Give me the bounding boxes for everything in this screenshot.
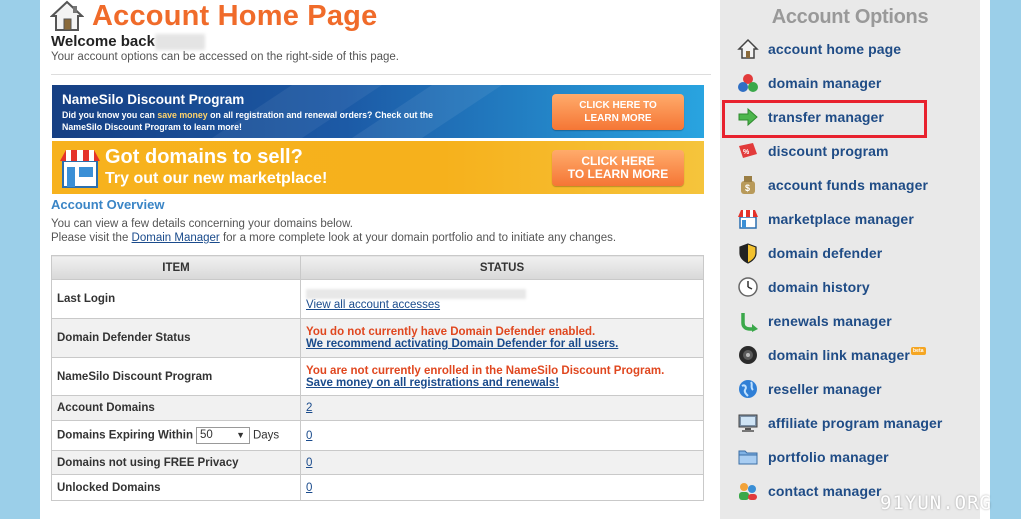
contacts-icon <box>737 480 759 502</box>
table-row: Unlocked Domains 0 <box>51 474 704 501</box>
row-status: 0 <box>300 450 704 475</box>
discount-warning: You are not currently enrolled in the Na… <box>306 364 665 377</box>
row-label: Account Domains <box>51 395 301 421</box>
column-header-status: STATUS <box>300 255 704 280</box>
discount-tag-icon: % <box>737 140 759 162</box>
row-label: Domains not using FREE Privacy <box>51 450 301 475</box>
redacted-username <box>154 34 205 51</box>
sidebar-item-marketplace-manager[interactable]: marketplace manager <box>737 202 914 236</box>
row-status: 0 <box>300 474 704 501</box>
domain-manager-icon <box>737 72 759 94</box>
sidebar-item-reseller-manager[interactable]: reseller manager <box>737 372 882 406</box>
folder-icon <box>737 446 759 468</box>
renew-arrow-icon <box>737 310 759 332</box>
marketplace-banner[interactable]: Got domains to sell? Try out our new mar… <box>52 141 704 194</box>
row-status: You do not currently have Domain Defende… <box>300 318 704 358</box>
row-label: Domain Defender Status <box>51 318 301 358</box>
watermark: 91YUN.ORG <box>880 492 992 514</box>
column-header-item: ITEM <box>51 255 301 280</box>
divider <box>51 74 711 75</box>
redacted-ip <box>306 288 526 299</box>
no-privacy-count-link[interactable]: 0 <box>306 457 312 469</box>
row-status: View all account accesses <box>300 279 704 319</box>
sidebar-item-renewals-manager[interactable]: renewals manager <box>737 304 892 338</box>
discount-program-banner[interactable]: NameSilo Discount Program Did you know y… <box>52 85 704 138</box>
table-row: NameSilo Discount Program You are not cu… <box>51 357 704 396</box>
house-icon <box>49 0 85 32</box>
row-label: NameSilo Discount Program <box>51 357 301 396</box>
sidebar-item-contact-manager[interactable]: contact manager <box>737 474 882 508</box>
shield-icon <box>737 242 759 264</box>
sidebar-item-account-home-page[interactable]: account home page <box>737 32 901 66</box>
unlocked-count-link[interactable]: 0 <box>306 482 312 494</box>
row-label: Domains Expiring Within 50 ▼ Days <box>51 420 301 451</box>
svg-text:$: $ <box>745 183 750 193</box>
welcome-subtext: Your account options can be accessed on … <box>51 51 399 63</box>
clock-icon <box>737 276 759 298</box>
table-row: Last Login View all account accesses <box>51 279 704 319</box>
globe-icon <box>737 378 759 400</box>
marketplace-banner-subtitle: Try out our new marketplace! <box>105 170 328 187</box>
sidebar-item-portfolio-manager[interactable]: portfolio manager <box>737 440 889 474</box>
account-overview-title: Account Overview <box>51 197 165 212</box>
marketplace-learn-more-button[interactable]: CLICK HERE TO LEARN MORE <box>552 150 684 186</box>
expiring-days-select[interactable]: 50 ▼ <box>195 427 250 444</box>
row-status: 0 <box>300 420 704 451</box>
row-label: Unlocked Domains <box>51 474 301 501</box>
svg-text:%: % <box>743 149 750 156</box>
transfer-manager-highlight <box>722 100 927 138</box>
welcome-heading: Welcome back <box>51 33 205 51</box>
sidebar-item-account-funds-manager[interactable]: $ account funds manager <box>737 168 928 202</box>
storefront-icon <box>737 208 759 230</box>
marketplace-banner-title: Got domains to sell? <box>105 146 303 168</box>
sidebar-title: Account Options <box>771 6 929 28</box>
expiring-count-link[interactable]: 0 <box>306 430 312 442</box>
account-overview-table: ITEM STATUS Last Login View all account … <box>51 255 704 501</box>
view-account-accesses-link[interactable]: View all account accesses <box>306 299 440 311</box>
table-header-row: ITEM STATUS <box>51 255 704 280</box>
sidebar-item-affiliate-program-manager[interactable]: affiliate program manager <box>737 406 942 440</box>
monitor-icon <box>737 412 759 434</box>
account-options-sidebar: Account Options account home page domain… <box>720 0 980 519</box>
table-row: Domains Expiring Within 50 ▼ Days 0 <box>51 420 704 451</box>
page-header: Account Home Page <box>49 0 378 32</box>
page-container: Account Home Page Welcome back Your acco… <box>40 0 990 519</box>
table-row: Domains not using FREE Privacy 0 <box>51 450 704 475</box>
row-status: 2 <box>300 395 704 421</box>
beta-badge: beta <box>910 347 926 355</box>
table-row: Account Domains 2 <box>51 395 704 421</box>
activate-defender-link[interactable]: We recommend activating Domain Defender … <box>306 338 703 350</box>
domain-manager-link[interactable]: Domain Manager <box>132 232 220 244</box>
account-overview-text: You can view a few details concerning yo… <box>51 218 617 244</box>
welcome-text: Welcome back <box>51 33 155 50</box>
row-label: Last Login <box>51 279 301 319</box>
sidebar-item-discount-program[interactable]: % discount program <box>737 134 889 168</box>
discount-banner-title: NameSilo Discount Program <box>62 92 245 107</box>
sidebar-item-domain-manager[interactable]: domain manager <box>737 66 881 100</box>
page-title: Account Home Page <box>92 0 378 32</box>
money-bag-icon: $ <box>737 174 759 196</box>
save-money-link[interactable]: Save money on all registrations and rene… <box>306 377 703 389</box>
account-domains-count-link[interactable]: 2 <box>306 402 312 414</box>
storefront-icon <box>60 150 100 188</box>
link-globe-icon <box>737 344 759 366</box>
row-status: You are not currently enrolled in the Na… <box>300 357 704 396</box>
sidebar-item-domain-link-manager[interactable]: domain link manager beta <box>737 338 926 372</box>
defender-warning: You do not currently have Domain Defende… <box>306 326 596 338</box>
discount-learn-more-button[interactable]: CLICK HERE TO LEARN MORE <box>552 94 684 130</box>
discount-banner-text: Did you know you can save money on all r… <box>62 110 434 132</box>
sidebar-item-domain-history[interactable]: domain history <box>737 270 870 304</box>
sidebar-item-domain-defender[interactable]: domain defender <box>737 236 882 270</box>
dropdown-arrow-icon: ▼ <box>236 430 245 440</box>
house-icon <box>737 38 759 60</box>
table-row: Domain Defender Status You do not curren… <box>51 318 704 358</box>
main-content: Account Home Page Welcome back Your acco… <box>40 0 718 519</box>
